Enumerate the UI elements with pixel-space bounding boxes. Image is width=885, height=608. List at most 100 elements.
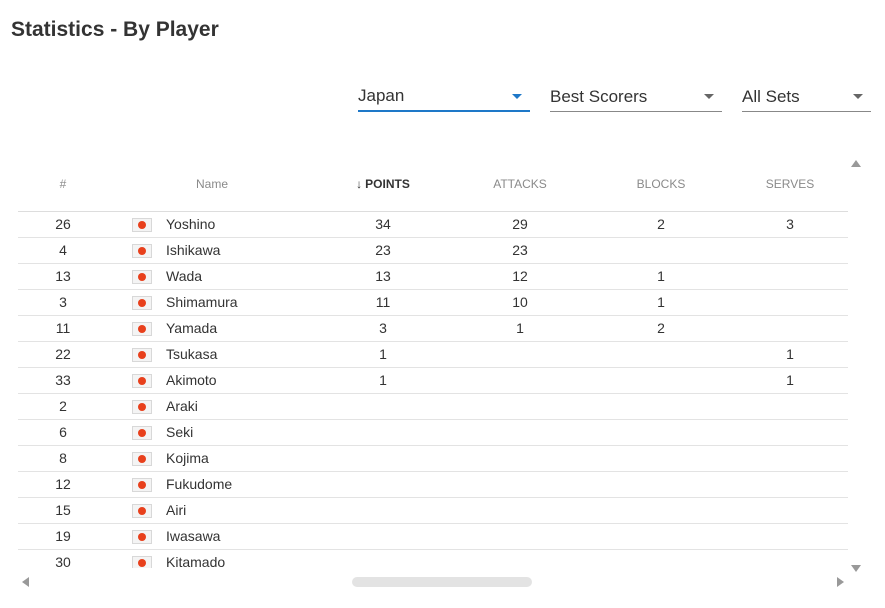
page-title: Statistics - By Player [11,18,219,41]
scroll-down-icon[interactable] [851,565,861,572]
table-row[interactable]: 33 Akimoto 1 1 [18,367,848,394]
japan-flag-icon [132,296,152,311]
cell-serves [732,237,848,264]
cell-name: Yoshino [152,211,317,238]
cell-attacks: 10 [450,289,591,316]
cell-name: Seki [152,419,317,446]
column-header-number[interactable]: # [18,158,108,212]
column-header-points-label: POINTS [365,177,410,192]
cell-name: Akimoto [152,367,317,394]
cell-attacks [450,523,591,550]
cell-serves [732,263,848,290]
flag-cell [108,523,152,550]
scroll-right-icon[interactable] [837,577,844,587]
table-row[interactable]: 2 Araki [18,393,848,420]
japan-flag-icon [132,374,152,389]
flag-cell [108,341,152,368]
team-select[interactable]: Japan [358,82,530,112]
column-header-points[interactable]: ↓ POINTS [316,158,451,212]
table-row[interactable]: 22 Tsukasa 1 1 [18,341,848,368]
cell-serves [732,289,848,316]
japan-flag-icon [132,530,152,545]
cell-blocks [590,549,733,568]
scrollbar-thumb[interactable] [352,577,532,587]
cell-blocks [590,497,733,524]
flag-cell [108,211,152,238]
table-header-row: # Name ↓ POINTS ATTACKS BLOCKS SERVES [18,158,848,212]
cell-number: 2 [18,393,108,420]
cell-attacks [450,445,591,472]
table-row[interactable]: 13 Wada 13 12 1 [18,263,848,290]
cell-points: 3 [316,315,451,342]
cell-blocks [590,445,733,472]
cell-blocks [590,471,733,498]
cell-points [316,549,451,568]
cell-serves [732,471,848,498]
japan-flag-icon [132,452,152,467]
table-row[interactable]: 26 Yoshino 34 29 2 3 [18,211,848,238]
cell-points [316,393,451,420]
japan-flag-icon [132,218,152,233]
column-header-blocks[interactable]: BLOCKS [590,158,733,212]
horizontal-scrollbar[interactable] [18,575,848,589]
table-row[interactable]: 11 Yamada 3 1 2 [18,315,848,342]
cell-attacks [450,341,591,368]
flag-cell [108,367,152,394]
sets-select-value: All Sets [742,86,800,106]
cell-points [316,471,451,498]
cell-blocks [590,367,733,394]
table-row[interactable]: 8 Kojima [18,445,848,472]
cell-blocks [590,341,733,368]
category-select[interactable]: Best Scorers [550,82,722,112]
cell-serves [732,419,848,446]
cell-serves [732,315,848,342]
cell-attacks: 29 [450,211,591,238]
cell-points: 13 [316,263,451,290]
table-row[interactable]: 4 Ishikawa 23 23 [18,237,848,264]
table-row[interactable]: 3 Shimamura 11 10 1 [18,289,848,316]
table-row[interactable]: 15 Airi [18,497,848,524]
table-row[interactable]: 12 Fukudome [18,471,848,498]
scroll-left-icon[interactable] [22,577,29,587]
cell-attacks [450,367,591,394]
cell-number: 30 [18,549,108,568]
cell-attacks [450,549,591,568]
sets-select[interactable]: All Sets [742,82,871,112]
table-row[interactable]: 6 Seki [18,419,848,446]
cell-points: 34 [316,211,451,238]
cell-name: Tsukasa [152,341,317,368]
cell-number: 6 [18,419,108,446]
cell-points [316,497,451,524]
table-row[interactable]: 30 Kitamado [18,549,848,568]
column-header-attacks[interactable]: ATTACKS [450,158,591,212]
vertical-scrollbar[interactable] [848,156,862,576]
column-header-name[interactable]: Name [108,158,317,212]
japan-flag-icon [132,478,152,493]
cell-serves [732,393,848,420]
japan-flag-icon [132,348,152,363]
cell-points: 1 [316,341,451,368]
cell-attacks: 23 [450,237,591,264]
cell-blocks [590,523,733,550]
table-row[interactable]: 19 Iwasawa [18,523,848,550]
cell-number: 26 [18,211,108,238]
flag-cell [108,393,152,420]
cell-number: 22 [18,341,108,368]
japan-flag-icon [132,400,152,415]
column-header-serves[interactable]: SERVES [732,158,848,212]
flag-cell [108,289,152,316]
cell-points: 1 [316,367,451,394]
scroll-up-icon[interactable] [851,160,861,167]
flag-cell [108,445,152,472]
chevron-down-icon [704,94,714,99]
cell-name: Iwasawa [152,523,317,550]
cell-number: 13 [18,263,108,290]
cell-blocks: 2 [590,315,733,342]
cell-attacks: 12 [450,263,591,290]
cell-name: Araki [152,393,317,420]
japan-flag-icon [132,322,152,337]
cell-number: 4 [18,237,108,264]
cell-number: 19 [18,523,108,550]
flag-cell [108,315,152,342]
cell-number: 12 [18,471,108,498]
